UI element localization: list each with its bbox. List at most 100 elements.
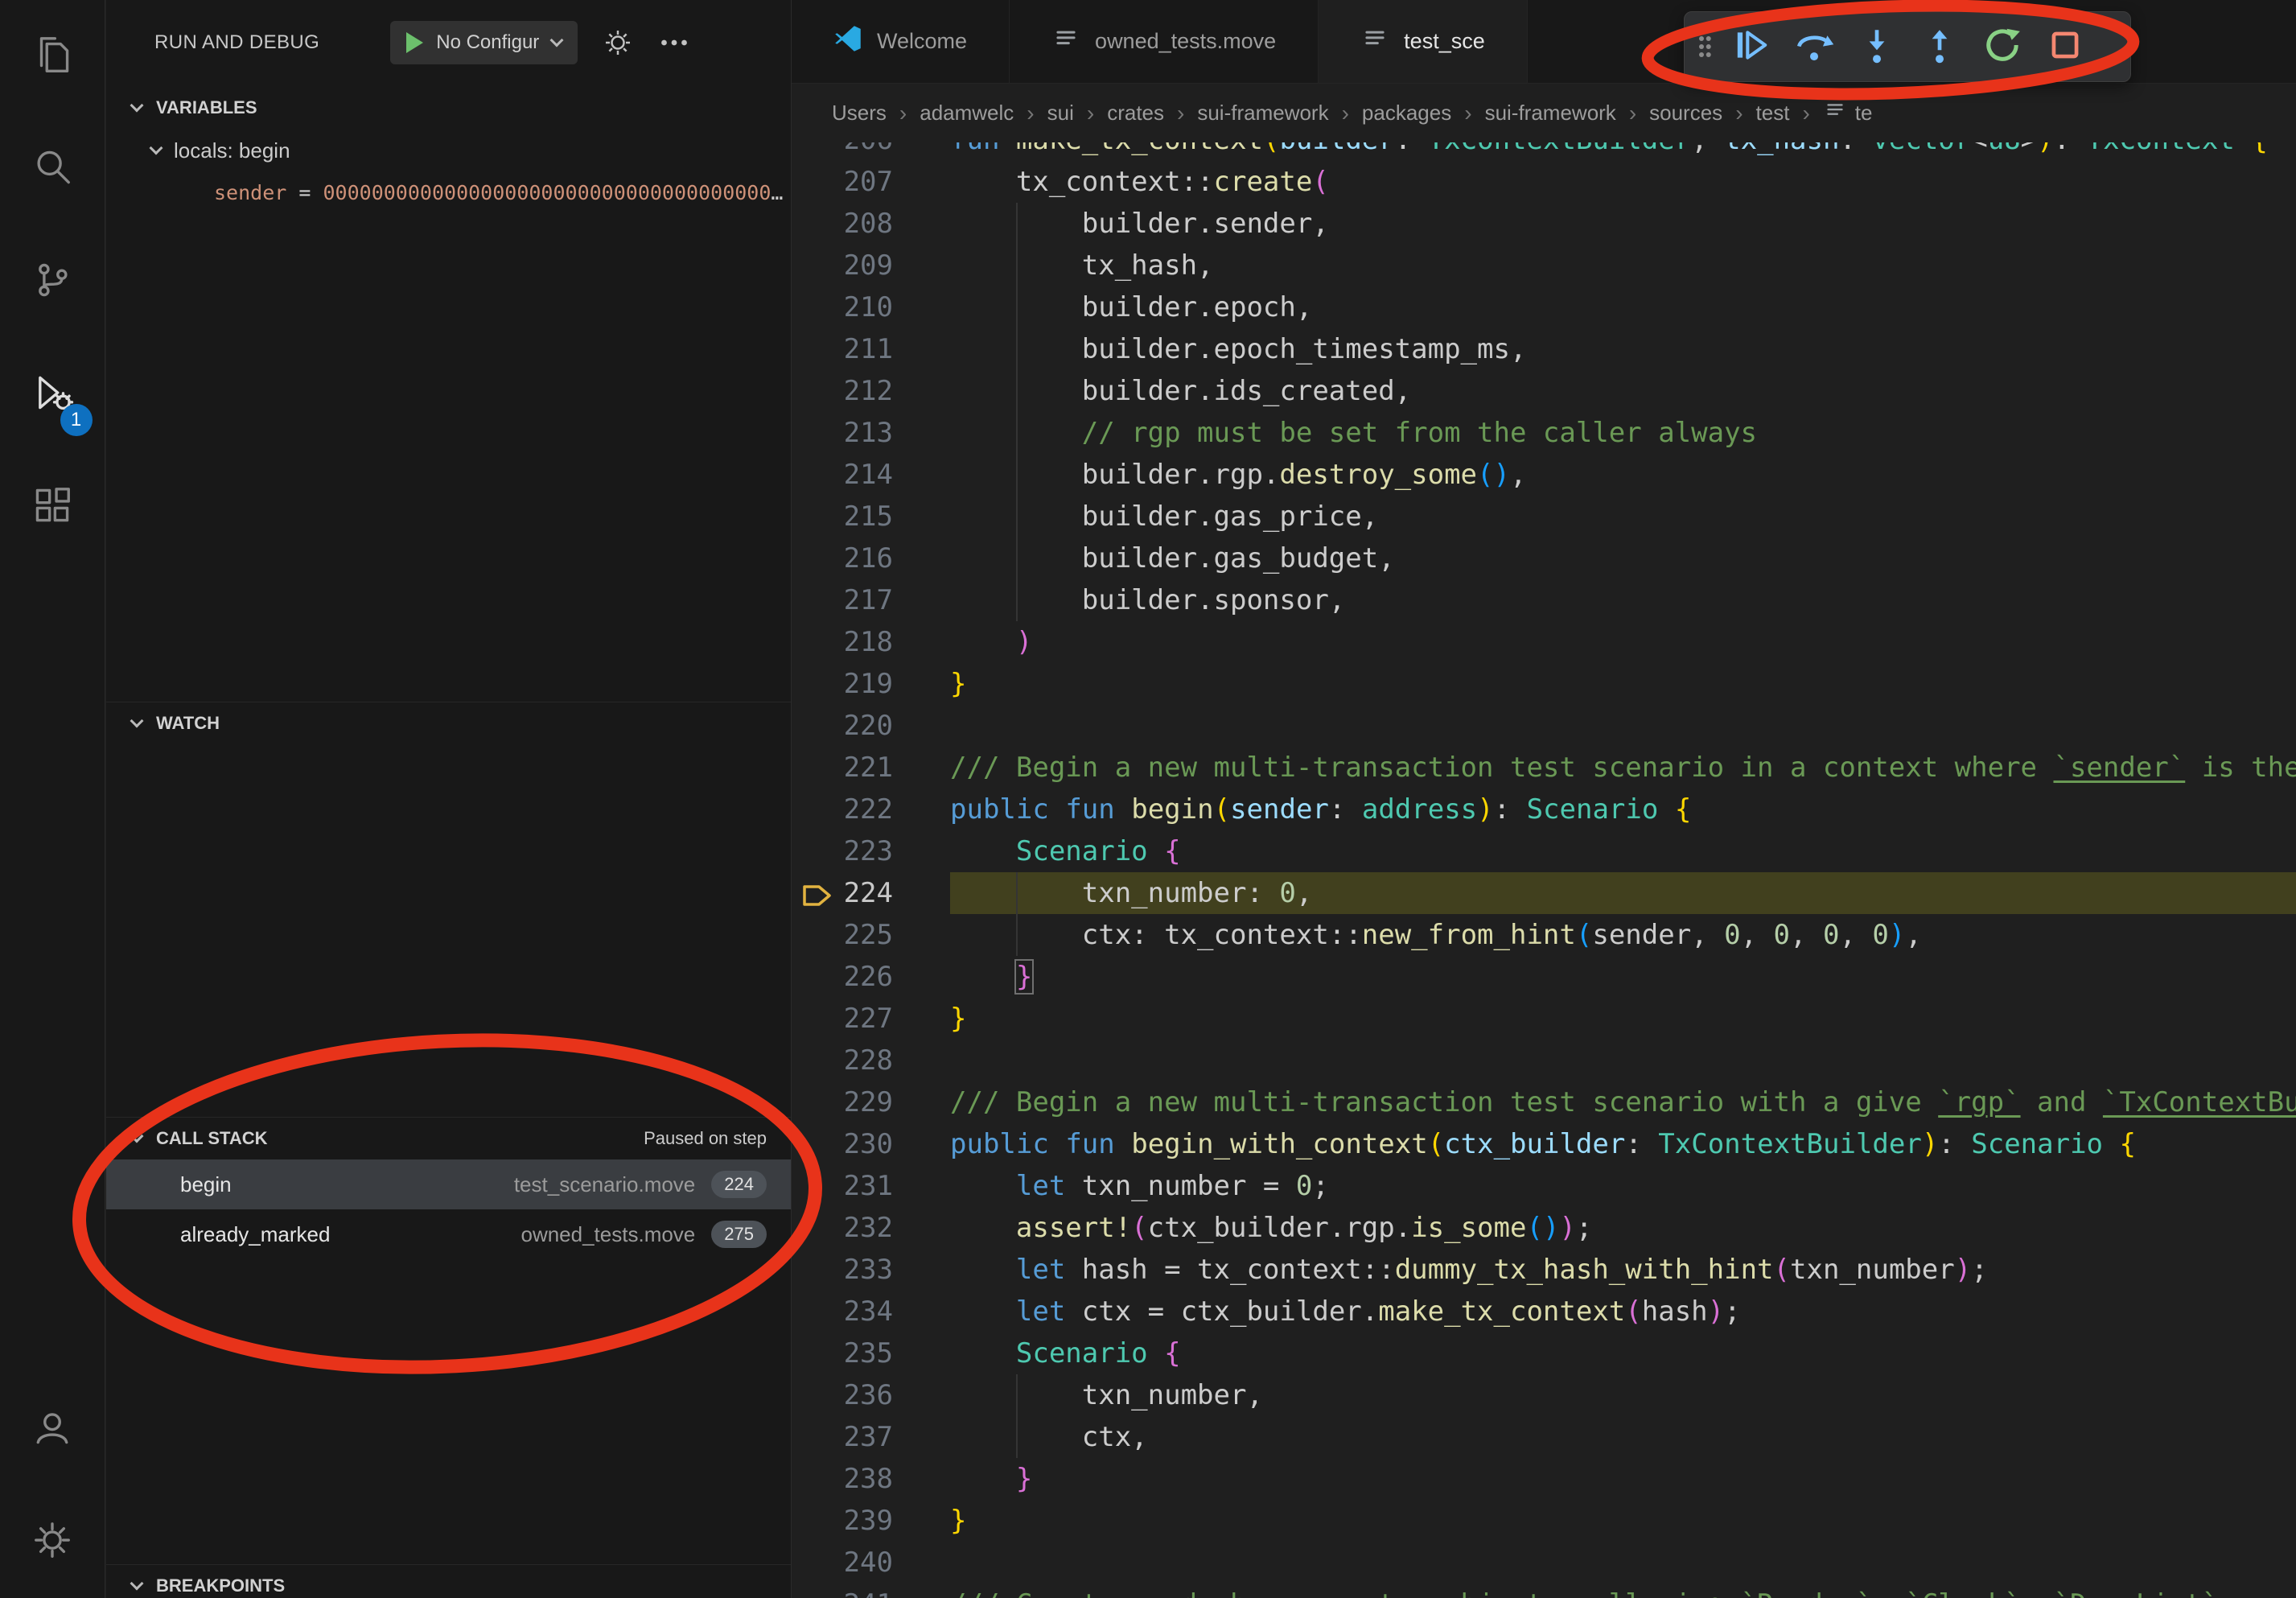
variable-row[interactable]: sender = 0000000000000000000000000000000… <box>214 172 786 214</box>
line-number-gutter[interactable]: 225 <box>792 914 950 956</box>
watch-section-header[interactable]: WATCH <box>106 702 791 744</box>
breadcrumb-file-item[interactable]: te <box>1823 98 1873 128</box>
call-stack-frame[interactable]: begin test_scenario.move 224 <box>106 1159 791 1209</box>
line-number-gutter[interactable]: 232 <box>792 1207 950 1249</box>
code-text[interactable]: builder.epoch, <box>950 286 2296 328</box>
activity-account-button[interactable] <box>0 1373 105 1485</box>
line-number-gutter[interactable]: 216 <box>792 537 950 579</box>
code-text[interactable]: assert!(ctx_builder.rgp.is_some()); <box>950 1207 2296 1249</box>
code-text[interactable]: } <box>950 663 2296 705</box>
line-number-gutter[interactable]: 217 <box>792 579 950 621</box>
code-text[interactable] <box>950 1542 2296 1584</box>
line-number-gutter[interactable]: 234 <box>792 1291 950 1332</box>
tab-welcome[interactable]: Welcome <box>792 0 1010 83</box>
code-text[interactable]: txn_number, <box>950 1374 2296 1416</box>
code-text[interactable]: builder.gas_price, <box>950 496 2296 537</box>
debug-configuration-dropdown[interactable]: No Configur <box>390 21 578 64</box>
line-number-gutter[interactable]: 221 <box>792 747 950 789</box>
code-text[interactable]: ctx: tx_context::new_from_hint(sender, 0… <box>950 914 2296 956</box>
line-number-gutter[interactable]: 226 <box>792 956 950 998</box>
code-text[interactable]: let hash = tx_context::dummy_tx_hash_wit… <box>950 1249 2296 1291</box>
line-number-gutter[interactable]: 220 <box>792 705 950 747</box>
code-text[interactable]: } <box>950 956 2296 998</box>
code-text[interactable]: } <box>950 1500 2296 1542</box>
line-number-gutter[interactable]: 209 <box>792 245 950 286</box>
debug-settings-gear-button[interactable] <box>602 27 634 59</box>
breadcrumb-item[interactable]: packages <box>1362 101 1451 126</box>
activity-search-button[interactable] <box>0 113 105 225</box>
line-number-gutter[interactable]: 231 <box>792 1165 950 1207</box>
code-text[interactable]: public fun begin(sender: address): Scena… <box>950 789 2296 830</box>
code-text[interactable]: let ctx = ctx_builder.make_tx_context(ha… <box>950 1291 2296 1332</box>
code-text[interactable]: tx_context::create( <box>950 161 2296 203</box>
line-number-gutter[interactable]: 241 <box>792 1584 950 1598</box>
line-number-gutter[interactable]: 239 <box>792 1500 950 1542</box>
line-number-gutter[interactable]: 214 <box>792 454 950 496</box>
breadcrumb-item[interactable]: sources <box>1649 101 1722 126</box>
code-text[interactable]: fun make_tx_context(builder: TxContextBu… <box>950 142 2296 161</box>
variables-section-header[interactable]: VARIABLES <box>106 87 791 129</box>
step-into-button[interactable] <box>1845 16 1908 77</box>
line-number-gutter[interactable]: 233 <box>792 1249 950 1291</box>
line-number-gutter[interactable]: 235 <box>792 1332 950 1374</box>
code-text[interactable]: } <box>950 1458 2296 1500</box>
code-text[interactable]: tx_hash, <box>950 245 2296 286</box>
call-stack-frame[interactable]: already_marked owned_tests.move 275 <box>106 1209 791 1259</box>
line-number-gutter[interactable]: 223 <box>792 830 950 872</box>
start-debug-icon[interactable] <box>406 32 423 53</box>
code-text[interactable]: ) <box>950 621 2296 663</box>
line-number-gutter[interactable]: 215 <box>792 496 950 537</box>
code-text[interactable]: /// Begin a new multi-transaction test s… <box>950 1081 2296 1123</box>
code-text[interactable]: } <box>950 998 2296 1040</box>
breadcrumb-item[interactable]: Users <box>832 101 887 126</box>
line-number-gutter[interactable]: 238 <box>792 1458 950 1500</box>
line-number-gutter[interactable]: 240 <box>792 1542 950 1584</box>
breadcrumb-item[interactable]: test <box>1756 101 1790 126</box>
tab-owned-tests[interactable]: owned_tests.move <box>1010 0 1319 83</box>
code-text[interactable]: builder.epoch_timestamp_ms, <box>950 328 2296 370</box>
code-text[interactable]: Scenario { <box>950 1332 2296 1374</box>
call-stack-section-header[interactable]: CALL STACK Paused on step <box>106 1118 791 1159</box>
more-actions-button[interactable] <box>658 27 690 59</box>
stop-button[interactable] <box>2034 16 2096 77</box>
line-number-gutter[interactable]: 227 <box>792 998 950 1040</box>
line-number-gutter[interactable]: 213 <box>792 412 950 454</box>
line-number-gutter[interactable]: 222 <box>792 789 950 830</box>
tab-test-scenario[interactable]: test_sce <box>1319 0 1528 83</box>
line-number-gutter[interactable]: 228 <box>792 1040 950 1081</box>
line-number-gutter[interactable]: 207 <box>792 161 950 203</box>
variables-scope-row[interactable]: locals: begin <box>106 129 791 172</box>
line-number-gutter[interactable]: 206 <box>792 142 950 161</box>
activity-extensions-button[interactable] <box>0 451 105 563</box>
activity-settings-button[interactable] <box>0 1485 105 1598</box>
line-number-gutter[interactable]: 210 <box>792 286 950 328</box>
line-number-gutter[interactable]: 230 <box>792 1123 950 1165</box>
code-text[interactable]: builder.gas_budget, <box>950 537 2296 579</box>
breadcrumb-item[interactable]: sui <box>1047 101 1074 126</box>
code-text[interactable]: builder.sender, <box>950 203 2296 245</box>
breakpoints-section-header[interactable]: BREAKPOINTS <box>106 1565 791 1598</box>
line-number-gutter[interactable]: 219 <box>792 663 950 705</box>
code-text[interactable]: builder.sponsor, <box>950 579 2296 621</box>
breadcrumb-item[interactable]: crates <box>1107 101 1164 126</box>
line-number-gutter[interactable]: 236 <box>792 1374 950 1416</box>
code-text[interactable]: Scenario { <box>950 830 2296 872</box>
code-text[interactable]: /// Begin a new multi-transaction test s… <box>950 747 2296 789</box>
line-number-gutter[interactable]: 229 <box>792 1081 950 1123</box>
restart-button[interactable] <box>1971 16 2034 77</box>
code-text[interactable] <box>950 705 2296 747</box>
code-text[interactable] <box>950 1040 2296 1081</box>
activity-source-control-button[interactable] <box>0 225 105 338</box>
line-number-gutter[interactable]: 211 <box>792 328 950 370</box>
line-number-gutter[interactable]: 208 <box>792 203 950 245</box>
step-over-button[interactable] <box>1783 16 1845 77</box>
line-number-gutter[interactable]: 218 <box>792 621 950 663</box>
activity-explorer-button[interactable] <box>0 0 105 113</box>
breadcrumb-item[interactable]: sui-framework <box>1485 101 1616 126</box>
code-text[interactable]: public fun begin_with_context(ctx_builde… <box>950 1123 2296 1165</box>
code-text[interactable]: // rgp must be set from the caller alway… <box>950 412 2296 454</box>
line-number-gutter[interactable]: 237 <box>792 1416 950 1458</box>
code-text[interactable]: ctx, <box>950 1416 2296 1458</box>
continue-button[interactable] <box>1720 16 1783 77</box>
activity-run-debug-button[interactable]: 1 <box>0 338 105 451</box>
